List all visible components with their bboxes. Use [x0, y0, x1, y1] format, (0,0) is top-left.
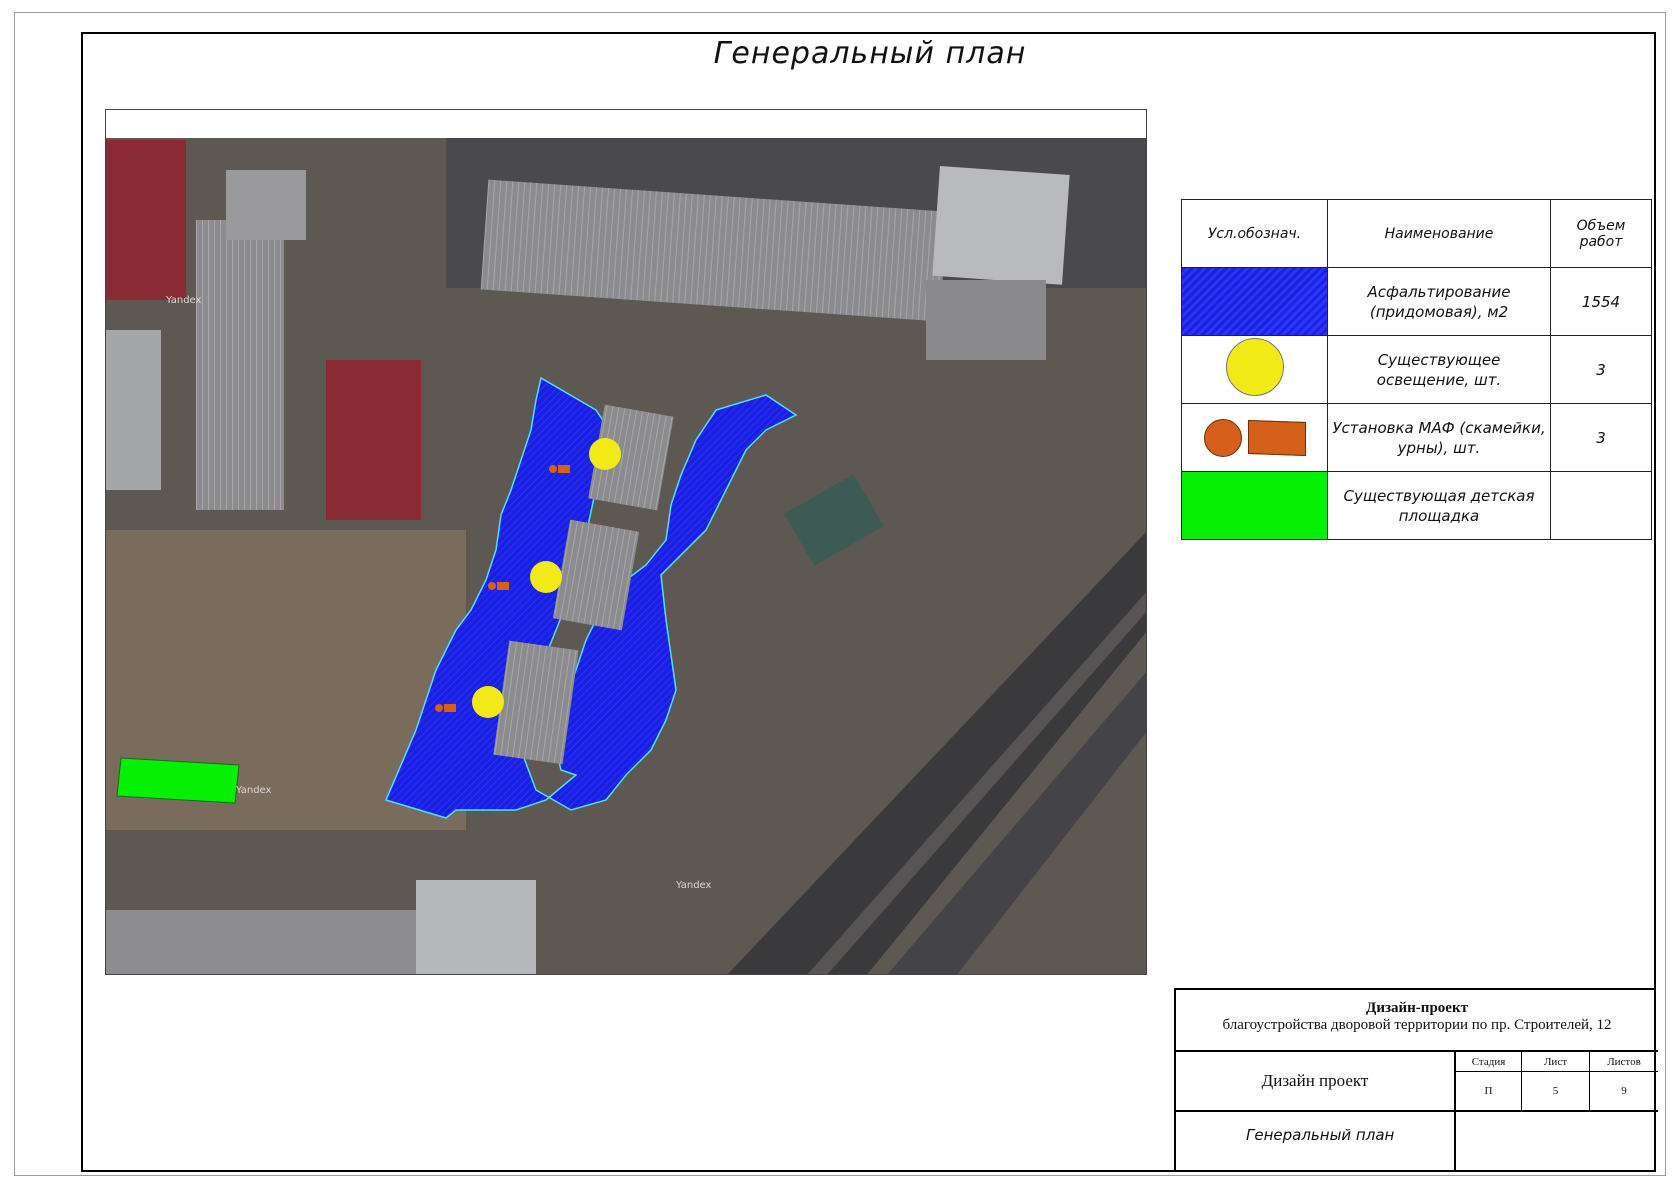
building-far-west: [106, 330, 161, 490]
maf-bench-1: [558, 465, 570, 473]
maf-urn-3: [435, 704, 443, 712]
legend-volume: 3: [1550, 403, 1652, 472]
sheets-value: 9: [1621, 1085, 1627, 1097]
sheets-label: Листов: [1590, 1052, 1658, 1072]
legend-symbol-cell: [1181, 267, 1328, 336]
stage-grid: Стадия Лист Листов П 5 9: [1456, 1052, 1658, 1110]
legend-symbol-cell: [1181, 335, 1328, 404]
legend-header-name: Наименование: [1327, 199, 1551, 268]
building-west-small: [226, 170, 306, 240]
legend-volume: 1554: [1550, 267, 1652, 336]
legend-volume: 3: [1550, 335, 1652, 404]
maf-bench-3: [444, 704, 456, 712]
building-red-nw: [106, 140, 186, 300]
legend-table: Усл.обознач. Наименование Объем работ Ас…: [1181, 199, 1652, 540]
legend-symbol-cell: [1181, 471, 1328, 540]
legend-symbol-cell: [1181, 403, 1328, 472]
project-subtitle: благоустройства дворовой территории по п…: [1222, 1017, 1612, 1033]
map-svg: Yandex Yandex Yandex: [106, 110, 1146, 974]
legend-name: Существующее освещение, шт.: [1327, 335, 1551, 404]
legend-row-playground: Существующая детская площадка: [1181, 471, 1652, 540]
map-watermark: Yandex: [165, 295, 202, 306]
lighting-marker-1: [589, 438, 621, 470]
title-block-header: Дизайн-проект благоустройства дворовой т…: [1176, 990, 1658, 1052]
maf-urn-2: [488, 582, 496, 590]
drawing-name: Генеральный план: [1176, 1112, 1456, 1172]
legend-row-asphalt: Асфальтирование (придомовая), м2 1554: [1181, 267, 1652, 336]
building-northeast: [932, 165, 1070, 285]
orange-rectangle-icon: [1247, 419, 1306, 456]
legend-name: Установка МАФ (скамейки, урны), шт.: [1327, 403, 1551, 472]
title-block-middle: Дизайн проект Стадия Лист Листов П 5 9: [1176, 1052, 1658, 1112]
yellow-circle-icon: [1225, 338, 1284, 396]
stage-label: Стадия: [1456, 1052, 1522, 1072]
lighting-marker-2: [530, 561, 562, 593]
map-watermark: Yandex: [235, 785, 272, 796]
building-red-center: [326, 360, 421, 520]
building-south: [416, 880, 536, 974]
stage-value: П: [1456, 1072, 1522, 1110]
sheet-label: Лист: [1522, 1052, 1590, 1072]
aerial-map: Yandex Yandex Yandex: [105, 109, 1147, 975]
lighting-marker-3: [472, 686, 504, 718]
building-east-annex: [926, 280, 1046, 360]
building-west-long: [196, 220, 284, 510]
legend-volume: [1550, 471, 1652, 540]
legend-name: Асфальтирование (придомовая), м2: [1327, 267, 1551, 336]
map-watermark: Yandex: [675, 880, 712, 891]
green-swatch: [1182, 472, 1327, 539]
orange-circle-icon: [1203, 418, 1242, 457]
legend-header-symbol: Усл.обознач.: [1181, 199, 1328, 268]
building-south-west: [106, 910, 436, 974]
legend-row-lighting: Существующее освещение, шт. 3: [1181, 335, 1652, 404]
blue-hatch-swatch: [1182, 268, 1327, 335]
title-block: Дизайн-проект благоустройства дворовой т…: [1174, 988, 1658, 1174]
doc-type: Дизайн проект: [1176, 1052, 1456, 1110]
map-top-strip: [106, 110, 1146, 138]
maf-urn-1: [549, 465, 557, 473]
title-block-bottom: Генеральный план: [1176, 1112, 1658, 1174]
legend-header-volume: Объем работ: [1550, 199, 1652, 268]
maf-bench-2: [497, 582, 509, 590]
playground-area: [116, 757, 240, 804]
project-title: Дизайн-проект: [1366, 1000, 1468, 1016]
legend-name: Существующая детская площадка: [1327, 471, 1551, 540]
legend-header-row: Усл.обознач. Наименование Объем работ: [1181, 199, 1652, 268]
sheet-value: 5: [1522, 1072, 1590, 1110]
legend-row-maf: Установка МАФ (скамейки, урны), шт. 3: [1181, 403, 1652, 472]
sheet-title: Генеральный план: [713, 36, 1027, 71]
